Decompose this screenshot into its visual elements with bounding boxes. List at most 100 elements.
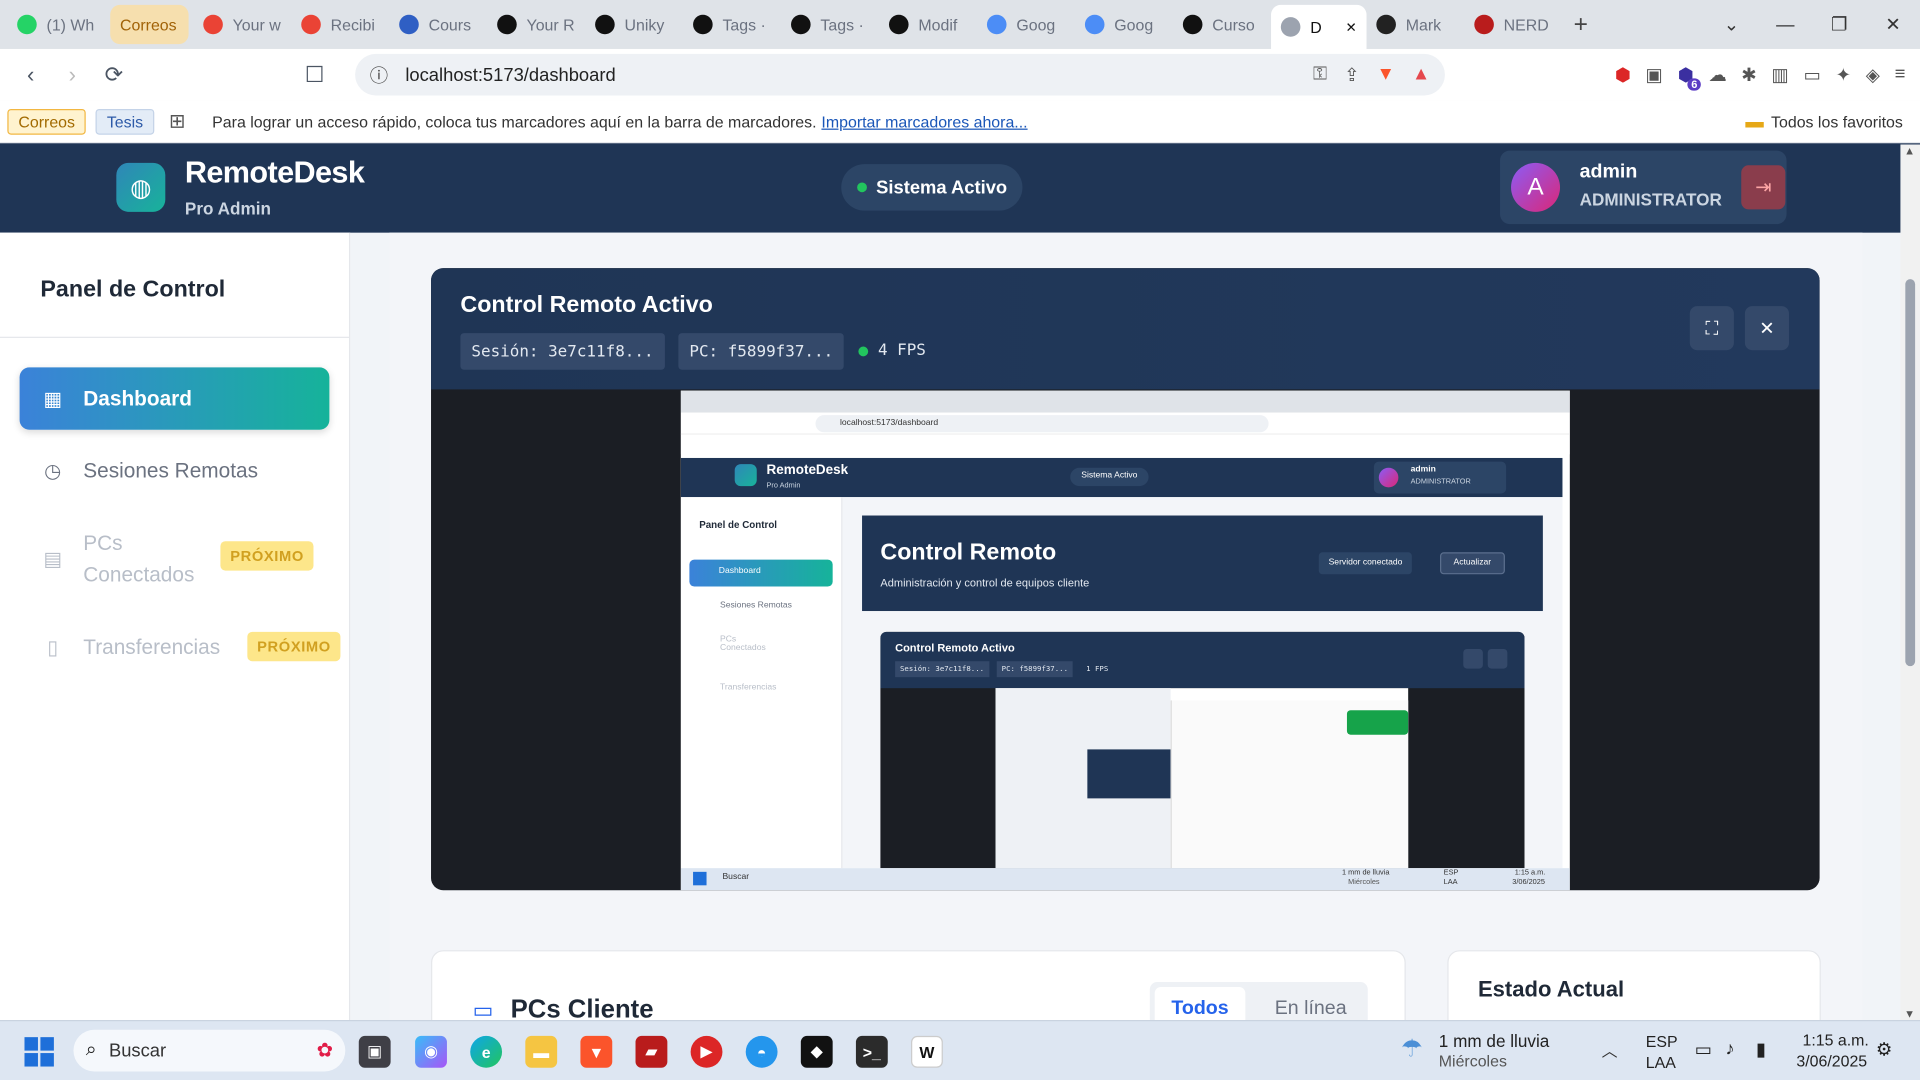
browser-tab[interactable]: (1) Wh xyxy=(7,5,105,44)
terminal-icon[interactable]: >_ xyxy=(855,1035,888,1068)
brave-rewards-icon[interactable]: ▲ xyxy=(1412,64,1430,86)
minimize-icon[interactable]: — xyxy=(1758,14,1812,35)
back-icon[interactable]: ‹ xyxy=(12,62,49,88)
brave-shield-icon[interactable]: ▼ xyxy=(1377,64,1395,86)
logout-button[interactable]: ⇥ xyxy=(1741,165,1786,210)
browser-tab[interactable]: Correos xyxy=(110,4,189,45)
url-text[interactable]: localhost:5173/dashboard xyxy=(405,64,615,85)
ublock-icon[interactable]: ⬢ xyxy=(1615,64,1631,86)
url-bar[interactable]: ⓘ localhost:5173/dashboard ⚿ ⇪ ▼ ▲ xyxy=(355,53,1445,96)
bookmarks-bar: Correos Tesis ⊞ Para lograr un acceso rá… xyxy=(0,100,1920,144)
tray-chevron-icon[interactable]: ︿ xyxy=(1602,1038,1618,1061)
network-icon[interactable]: ▭ xyxy=(1695,1038,1712,1061)
browser-tab[interactable]: Modif xyxy=(879,5,977,44)
tab-label: Goog xyxy=(1016,15,1056,34)
browser-tab[interactable]: Tags · xyxy=(781,5,879,44)
tab-close-icon[interactable]: ✕ xyxy=(1345,19,1356,35)
cursor-icon[interactable]: ◆ xyxy=(800,1035,833,1068)
key-icon[interactable]: ⚿ xyxy=(1313,64,1327,86)
browser-tab[interactable]: Goog xyxy=(1075,5,1173,44)
volume-icon[interactable]: ♪ xyxy=(1725,1038,1734,1059)
browser-tab[interactable]: Tags · xyxy=(683,5,781,44)
extension-icon[interactable]: ▣ xyxy=(1646,64,1663,86)
copilot-icon[interactable]: ◉ xyxy=(415,1035,447,1068)
battery-icon[interactable]: ▮ xyxy=(1756,1038,1766,1061)
weather-text[interactable]: 1 mm de lluvia xyxy=(1439,1031,1550,1051)
notion-icon[interactable]: W xyxy=(911,1035,943,1068)
reload-icon[interactable]: ⟳ xyxy=(96,62,133,88)
nested-nav-transfers: Transferencias xyxy=(720,683,777,692)
browser-tab[interactable]: D ✕ xyxy=(1271,4,1367,49)
document-icon: ▤ xyxy=(43,549,62,571)
wallet-icon[interactable]: ▭ xyxy=(1804,64,1821,86)
close-window-icon[interactable]: ✕ xyxy=(1866,13,1920,36)
forward-icon[interactable]: › xyxy=(54,62,91,88)
scroll-down-icon[interactable]: ▼ xyxy=(1904,1008,1915,1020)
weather-day[interactable]: Miércoles xyxy=(1439,1052,1507,1070)
menu-icon[interactable]: ≡ xyxy=(1895,64,1906,86)
new-tab-button[interactable]: + xyxy=(1562,10,1599,38)
sidebar-toggle-icon[interactable]: ▥ xyxy=(1772,64,1789,86)
docker-icon[interactable]: ◓ xyxy=(745,1035,778,1068)
browser-tab[interactable]: Your R xyxy=(487,5,585,44)
nested-date: 3/06/2025 xyxy=(1512,879,1545,887)
leo-icon[interactable]: ✦ xyxy=(1836,64,1851,86)
extension-badge-icon[interactable]: ⬢ 6 xyxy=(1678,64,1702,91)
apps-grid-icon[interactable]: ⊞ xyxy=(169,109,185,133)
bookmark-tesis[interactable]: Tesis xyxy=(95,108,155,135)
status-dot-icon xyxy=(856,182,867,193)
tab-search-icon[interactable]: ⌄ xyxy=(1705,13,1759,36)
scroll-thumb[interactable] xyxy=(1905,279,1916,667)
browser-tab[interactable]: Mark xyxy=(1367,5,1465,44)
sidebar-item-label: PCs Conectados xyxy=(83,528,194,592)
notifications-icon[interactable]: ⚙ xyxy=(1876,1038,1892,1061)
remote-panel-title: Control Remoto Activo xyxy=(460,292,713,319)
import-bookmarks-link[interactable]: Importar marcadores ahora... xyxy=(821,112,1027,130)
user-card: A admin ADMINISTRATOR ⇥ xyxy=(1500,150,1787,225)
browser-tab[interactable]: Recibi xyxy=(291,5,389,44)
file-explorer-icon[interactable]: ▬ xyxy=(525,1035,558,1068)
media-player-icon[interactable]: ▶ xyxy=(690,1035,723,1068)
remote-screen[interactable]: localhost:5173/dashboard RemoteDesk Pro … xyxy=(680,390,1570,891)
share-icon[interactable]: ⇪ xyxy=(1344,64,1359,86)
nested-brand: RemoteDesk xyxy=(766,462,849,478)
browser-tab[interactable]: Cours xyxy=(389,5,487,44)
fps-dot-icon xyxy=(858,345,869,356)
bookmark-correos[interactable]: Correos xyxy=(7,108,87,135)
scroll-up-icon[interactable]: ▲ xyxy=(1904,144,1915,156)
site-info-icon[interactable]: ⓘ xyxy=(370,62,388,88)
sidebar-item-dashboard[interactable]: ▦ Dashboard xyxy=(19,367,330,430)
windows-start-icon[interactable] xyxy=(24,1037,54,1067)
brave-icon[interactable]: ▼ xyxy=(580,1035,613,1068)
browser-tab[interactable]: Goog xyxy=(977,5,1075,44)
browser-tab[interactable]: Curso xyxy=(1173,5,1271,44)
bookmark-icon[interactable]: ☐ xyxy=(296,62,333,88)
sidebar-item-pcs[interactable]: ▤ PCs Conectados PRÓXIMO xyxy=(20,524,330,595)
page-scrollbar[interactable]: ▲ ▼ xyxy=(1900,144,1920,1021)
sidebar-item-sessions[interactable]: ◷ Sesiones Remotas xyxy=(20,440,330,502)
browser-tab[interactable]: NERD xyxy=(1465,5,1563,44)
clock-time[interactable]: 1:15 a.m. xyxy=(1802,1031,1868,1049)
app-red-icon[interactable]: ▰ xyxy=(635,1035,668,1068)
filter-online-button[interactable]: En línea xyxy=(1275,998,1347,1020)
nested-deeper-toast xyxy=(1346,710,1409,735)
nested-close-icon xyxy=(1487,648,1508,669)
shield-icon[interactable]: ◈ xyxy=(1866,64,1880,86)
browser-tab[interactable]: Your w xyxy=(193,5,291,44)
nested-remote-header: Control Remoto Activo Sesión: 3e7c11f8..… xyxy=(880,631,1525,689)
taskbar-search[interactable]: ⌕ Buscar ✿ xyxy=(73,1029,346,1072)
task-view-icon[interactable]: ▣ xyxy=(358,1035,391,1068)
sidebar-item-transfers[interactable]: ▯ Transferencias PRÓXIMO xyxy=(20,616,341,678)
clock-date[interactable]: 3/06/2025 xyxy=(1796,1052,1867,1070)
vpn-icon[interactable]: ☁ xyxy=(1708,64,1726,86)
fullscreen-button[interactable]: ⛶ xyxy=(1689,306,1734,351)
maximize-icon[interactable]: ❐ xyxy=(1812,13,1866,36)
edge-icon[interactable]: e xyxy=(470,1035,503,1068)
tab-label: D xyxy=(1310,17,1322,37)
language-code[interactable]: ESP xyxy=(1646,1032,1678,1050)
browser-tab[interactable]: Uniky xyxy=(585,5,683,44)
puzzle-icon[interactable]: ✱ xyxy=(1741,64,1756,86)
close-button[interactable]: ✕ xyxy=(1744,306,1789,351)
keyboard-layout[interactable]: LAA xyxy=(1646,1053,1676,1071)
all-favorites[interactable]: ▬ Todos los favoritos xyxy=(1745,111,1920,132)
